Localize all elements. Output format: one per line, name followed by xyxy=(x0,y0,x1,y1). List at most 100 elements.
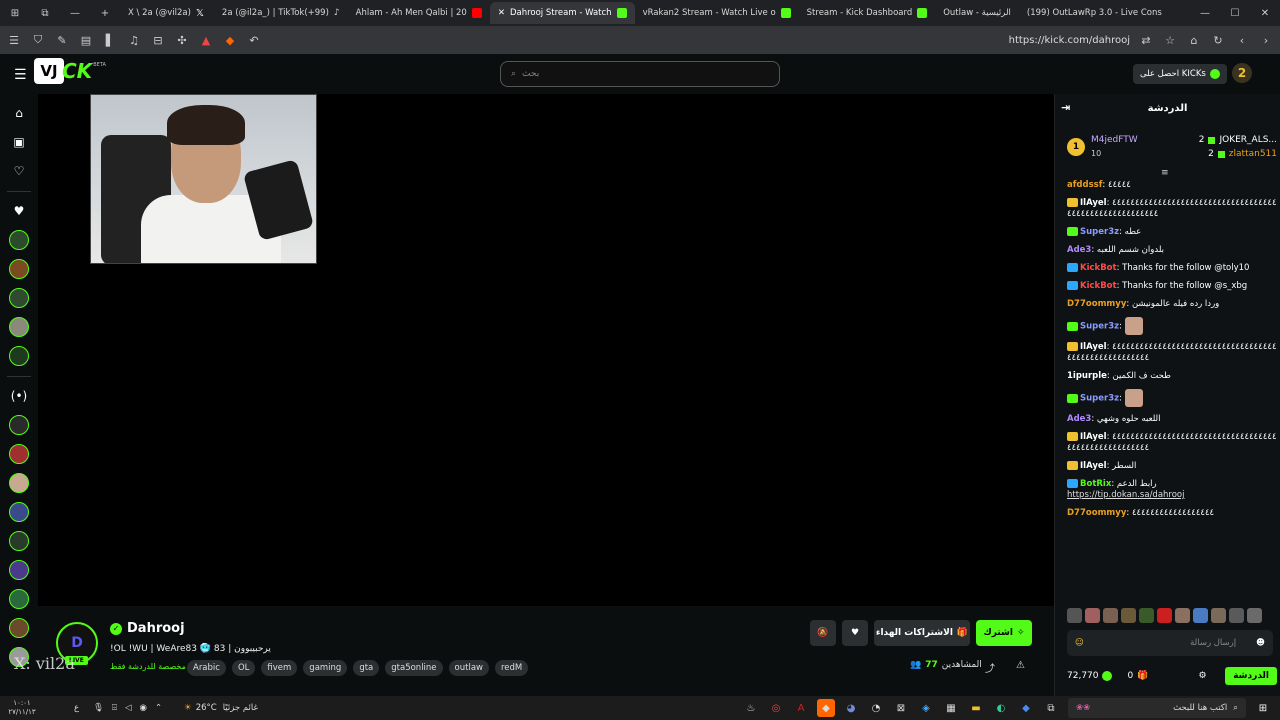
chat-username[interactable]: 1ipurple xyxy=(1067,371,1107,381)
kick-logo[interactable]: VJ CK BETA xyxy=(34,58,106,84)
chat-username[interactable]: Super3z xyxy=(1080,227,1119,237)
streamer-name[interactable]: ✓ Dahrooj xyxy=(110,621,185,636)
tab-tiktok[interactable]: 2a (@il2a_) | TikTok(+99) ♪ xyxy=(214,2,348,24)
tag[interactable]: gta5online xyxy=(385,660,443,676)
app-icon[interactable]: ◎ xyxy=(767,699,785,717)
store-icon[interactable]: ▦ xyxy=(942,699,960,717)
weather-text[interactable]: غائم جزئيًا xyxy=(223,703,258,713)
chat-username[interactable]: afddssf xyxy=(1067,180,1102,190)
task-view-icon[interactable]: ⧉ xyxy=(1042,699,1060,717)
chat-username[interactable]: D77oommyy xyxy=(1067,508,1126,518)
new-tab-icon[interactable]: + xyxy=(90,0,120,26)
network-icon[interactable]: ⌹ xyxy=(112,703,117,713)
language-indicator[interactable]: ع xyxy=(74,703,79,713)
stream-category[interactable]: مخصصة للدردشة فقط xyxy=(110,662,186,671)
record-icon[interactable]: ◉ xyxy=(140,703,147,713)
clock[interactable]: ١٠:٠١ ٢٧/١١/١٣ xyxy=(0,699,44,717)
tab-search-icon[interactable]: ⊞ xyxy=(0,0,30,26)
live-signal-icon[interactable]: (•) xyxy=(9,386,29,406)
emote-icon[interactable] xyxy=(1175,608,1190,623)
folder-icon[interactable]: ▬ xyxy=(967,699,985,717)
chat-username[interactable]: Super3z xyxy=(1080,394,1119,404)
recommended-channel-avatar[interactable] xyxy=(9,589,29,609)
tray-expand-icon[interactable]: ⌃ xyxy=(155,703,162,713)
recommended-channel-avatar[interactable] xyxy=(9,502,29,522)
recommended-channel-avatar[interactable] xyxy=(9,444,29,464)
edge-icon[interactable]: ◐ xyxy=(992,699,1010,717)
tab-youtube[interactable]: Ahlam - Ah Men Qalbi | 20 xyxy=(348,2,490,24)
collapse-chat-icon[interactable]: ⇥ xyxy=(1061,101,1070,114)
mic-icon[interactable]: 🎙 xyxy=(93,703,104,713)
emote-icon[interactable] xyxy=(1211,608,1226,623)
emote-icon[interactable] xyxy=(1085,608,1100,623)
top-gifter-name[interactable]: M4jedFTW xyxy=(1091,133,1138,147)
emote-icon[interactable] xyxy=(1157,608,1172,623)
app-icon[interactable]: ◈ xyxy=(917,699,935,717)
tag[interactable]: gaming xyxy=(303,660,348,676)
alert-icon[interactable]: ▲ xyxy=(198,32,214,48)
emoji-picker-icon[interactable]: ☺ xyxy=(1075,638,1084,648)
get-kicks-button[interactable]: احصل على KICKs xyxy=(1133,64,1227,84)
chat-username[interactable]: Ade3 xyxy=(1067,245,1091,255)
speedtest-icon[interactable]: ◔ xyxy=(867,699,885,717)
window-close-icon[interactable]: ✕ xyxy=(1250,0,1280,26)
tab-vrakan2[interactable]: vRakan2 Stream - Watch Live o xyxy=(635,2,799,24)
chat-input[interactable]: ☺ إرسال رسالة ☻ xyxy=(1067,630,1273,656)
tag[interactable]: outlaw xyxy=(448,660,489,676)
emote-icon[interactable] xyxy=(1247,608,1262,623)
emote-icon[interactable] xyxy=(1103,608,1118,623)
steam-icon[interactable]: ♨ xyxy=(742,699,760,717)
tab-outlawrp[interactable]: (199) OutLawRp 3.0 - Live Cons xyxy=(1019,2,1170,24)
chat-username[interactable]: KickBot xyxy=(1080,263,1117,273)
taskbar-search[interactable]: ❀❀ اكتب هنا للبحث ⌕ xyxy=(1068,698,1246,718)
followed-channel-avatar[interactable] xyxy=(9,288,29,308)
tag[interactable]: gta xyxy=(353,660,380,676)
browse-icon[interactable]: ▣ xyxy=(9,132,29,152)
notification-bell-button[interactable]: 🔕 xyxy=(810,620,836,646)
address-url[interactable]: https://kick.com/dahrooj xyxy=(1009,35,1130,46)
followed-channel-avatar[interactable] xyxy=(9,317,29,337)
chat-username[interactable]: IlAyel xyxy=(1080,432,1107,442)
emote-icon[interactable] xyxy=(1067,608,1082,623)
subscribe-button[interactable]: اشترك ✧ xyxy=(976,620,1032,646)
volume-icon[interactable]: ◁ xyxy=(125,703,132,713)
sidebar-icon[interactable]: ▌ xyxy=(102,32,118,48)
tab-actions-icon[interactable]: ⧉ xyxy=(30,0,60,26)
tab-kick-dashboard[interactable]: Stream - Kick Dashboard xyxy=(799,2,936,24)
tag[interactable]: Arabic xyxy=(187,660,226,676)
emote-icon[interactable] xyxy=(1121,608,1136,623)
brave-icon[interactable]: ◆ xyxy=(817,699,835,717)
menu-icon[interactable]: ☰ xyxy=(6,32,22,48)
settings-icon[interactable]: ⚙ xyxy=(1198,671,1206,681)
chat-username[interactable]: IlAyel xyxy=(1080,342,1107,352)
heart-icon[interactable]: ♥ xyxy=(9,201,29,221)
chat-username[interactable]: D77oommyy xyxy=(1067,299,1126,309)
chat-username[interactable]: Super3z xyxy=(1080,322,1119,332)
wallet-icon[interactable]: ▤ xyxy=(78,32,94,48)
emote-icon[interactable] xyxy=(1193,608,1208,623)
search-input[interactable]: ⌕ بحث xyxy=(500,61,780,87)
filter-icon[interactable]: ≡ xyxy=(1161,168,1169,178)
undo-icon[interactable]: ↶ xyxy=(246,32,262,48)
close-tab-icon[interactable]: ✕ xyxy=(498,8,505,18)
follow-heart-button[interactable]: ♥ xyxy=(842,620,868,646)
home-icon[interactable]: ⌂ xyxy=(9,103,29,123)
weather-temp[interactable]: 26°C xyxy=(196,703,217,713)
chat-link[interactable]: https://tip.dokan.sa/dahrooj xyxy=(1067,490,1185,500)
gifter-name[interactable]: JOKER_ALS... xyxy=(1219,133,1277,147)
reload-icon[interactable]: ↻ xyxy=(1210,32,1226,48)
minimize-icon[interactable]: — xyxy=(60,0,90,26)
window-maximize-icon[interactable]: ☐ xyxy=(1220,0,1250,26)
app-icon[interactable]: A xyxy=(792,699,810,717)
pen-icon[interactable]: ✎ xyxy=(54,32,70,48)
hamburger-icon[interactable]: ☰ xyxy=(14,67,27,83)
tab-dahrooj[interactable]: ✕ Dahrooj Stream - Watch xyxy=(489,2,635,24)
recommended-channel-avatar[interactable] xyxy=(9,531,29,551)
app-icon[interactable]: ◆ xyxy=(1017,699,1035,717)
emote-picker-icon[interactable]: ☻ xyxy=(1256,638,1265,648)
recommended-channel-avatar[interactable] xyxy=(9,473,29,493)
forward-icon[interactable]: › xyxy=(1258,32,1274,48)
tab-x-vil2a[interactable]: X \ 2a (@vil2a) 𝕏 xyxy=(120,2,214,24)
gift-subs-button[interactable]: الاشتراكات الهداء 🎁 xyxy=(874,620,970,646)
music-icon[interactable]: ♫ xyxy=(126,32,142,48)
